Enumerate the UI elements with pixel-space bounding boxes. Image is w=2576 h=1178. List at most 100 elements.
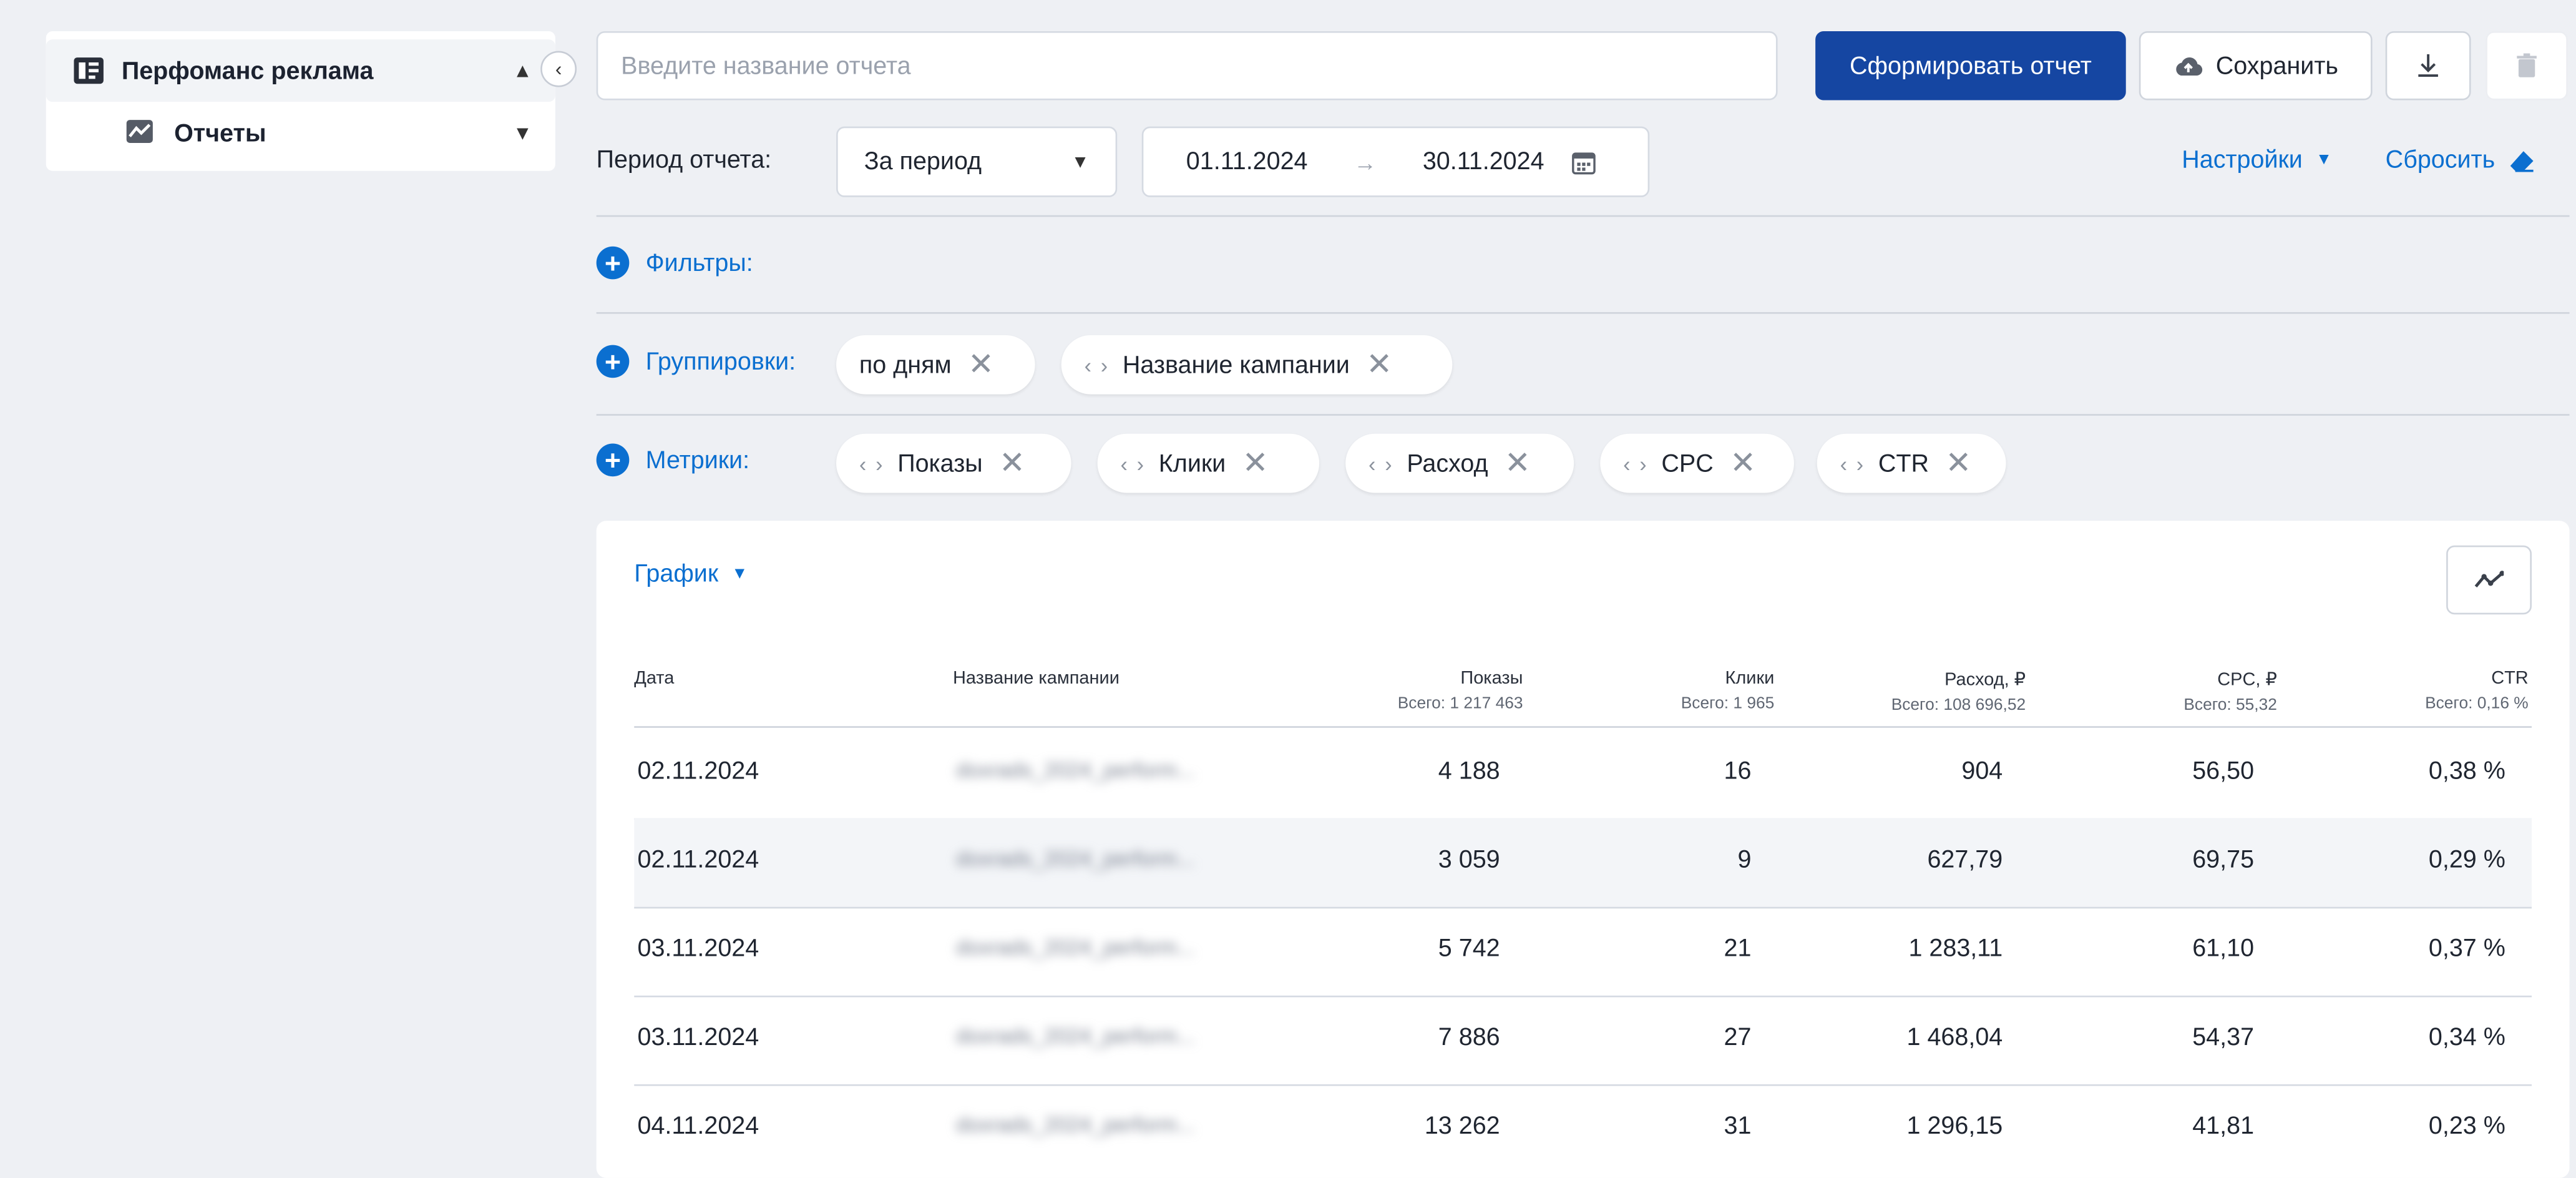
grouping-chip[interactable]: ‹ › Название кампании ✕	[1061, 335, 1453, 395]
cell-spend: 904	[1961, 757, 2003, 785]
column-label: Дата	[634, 669, 675, 689]
sidebar: Перфоманс реклама ▲ Отчеты ▼	[46, 31, 555, 171]
cloud-upload-icon	[2175, 57, 2202, 76]
chevron-down-icon[interactable]: ▼	[513, 122, 532, 145]
cell-cpc: 41,81	[2192, 1112, 2255, 1141]
cell-impressions: 7 886	[1438, 1023, 1500, 1052]
column-header-clicks[interactable]: Клики Всего: 1 965	[1681, 669, 1775, 713]
plus-circle-icon: +	[596, 246, 630, 280]
delete-button[interactable]	[2486, 31, 2568, 101]
groupings-chips: по дням ✕ ‹ › Название кампании ✕	[836, 335, 1493, 395]
cell-campaign: doxrads_2024_perform...	[956, 1112, 1195, 1137]
groupings-label: Группировки:	[645, 347, 796, 376]
calendar-icon	[1571, 152, 1596, 174]
cell-spend: 1 296,15	[1906, 1112, 2003, 1141]
close-icon[interactable]: ✕	[1242, 448, 1269, 479]
drag-handle-icon[interactable]: ‹ ›	[1623, 451, 1648, 475]
drag-handle-icon[interactable]: ‹ ›	[1840, 451, 1865, 475]
metric-chip[interactable]: ‹ › Клики ✕	[1097, 433, 1320, 493]
cell-campaign: doxrads_2024_perform...	[956, 757, 1195, 782]
cell-clicks: 27	[1724, 1023, 1752, 1052]
drag-handle-icon[interactable]: ‹ ›	[859, 451, 884, 475]
close-icon[interactable]: ✕	[1505, 448, 1531, 479]
cell-clicks: 31	[1724, 1112, 1752, 1141]
drag-handle-icon[interactable]: ‹ ›	[1085, 352, 1110, 376]
divider	[596, 312, 2570, 314]
metric-chip[interactable]: ‹ › Показы ✕	[836, 433, 1071, 493]
sidebar-item-reports[interactable]: Отчеты ▼	[46, 105, 555, 160]
cell-campaign: doxrads_2024_perform...	[956, 1023, 1195, 1049]
cell-clicks: 16	[1724, 757, 1752, 785]
report-name-input[interactable]	[596, 31, 1778, 101]
eraser-icon	[2509, 150, 2533, 172]
column-header-cpc[interactable]: CPC, ₽ Всего: 55,32	[2183, 669, 2277, 715]
drag-handle-icon[interactable]: ‹ ›	[1368, 451, 1393, 475]
period-select[interactable]: За период ▼	[836, 126, 1118, 197]
date-range-picker[interactable]: 01.11.2024 → 30.11.2024	[1141, 126, 1650, 197]
cell-spend: 1 468,04	[1906, 1023, 2003, 1052]
column-total: Всего: 1 965	[1681, 695, 1775, 714]
chart-toggle[interactable]: График ▼	[634, 560, 748, 588]
chart-view-button[interactable]	[2446, 545, 2532, 615]
cell-ctr: 0,38 %	[2428, 757, 2505, 785]
metric-chip[interactable]: ‹ › Расход ✕	[1345, 433, 1574, 493]
table-row[interactable]: 03.11.2024 doxrads_2024_perform... 7 886…	[634, 996, 2532, 1086]
cell-clicks: 9	[1737, 846, 1752, 875]
add-grouping-button[interactable]: + Группировки:	[596, 345, 796, 378]
download-button[interactable]	[2385, 31, 2471, 101]
cell-cpc: 61,10	[2192, 935, 2255, 963]
cell-date: 03.11.2024	[637, 935, 759, 963]
save-label: Сохранить	[2215, 51, 2339, 80]
reset-button[interactable]: Сбросить	[2386, 146, 2535, 174]
report-card: График ▼ Дата Название кампании Показы В…	[596, 521, 2570, 1178]
close-icon[interactable]: ✕	[1945, 448, 1971, 479]
cell-ctr: 0,34 %	[2428, 1023, 2505, 1052]
close-icon[interactable]: ✕	[968, 349, 994, 380]
metrics-label: Метрики:	[645, 446, 750, 474]
close-icon[interactable]: ✕	[1730, 448, 1756, 479]
metric-chip[interactable]: ‹ › CPC ✕	[1600, 433, 1794, 493]
settings-dropdown[interactable]: Настройки ▼	[2182, 146, 2332, 174]
chevron-down-icon: ▼	[1071, 152, 1090, 172]
metrics-chips: ‹ › Показы ✕ ‹ › Клики ✕ ‹ › Расход ✕ ‹ …	[836, 433, 2019, 493]
cell-date: 02.11.2024	[637, 846, 759, 875]
column-label: Расход, ₽	[1944, 670, 2026, 690]
add-filter-button[interactable]: + Фильтры:	[596, 246, 753, 280]
cell-spend: 627,79	[1927, 846, 2003, 875]
grouping-chip[interactable]: по дням ✕	[836, 335, 1035, 395]
chip-label: CTR	[1878, 449, 1930, 478]
table-row[interactable]: 02.11.2024 doxrads_2024_perform... 3 059…	[634, 818, 2532, 909]
chevron-down-icon: ▼	[731, 565, 748, 584]
cell-campaign: doxrads_2024_perform...	[956, 935, 1195, 960]
metric-chip[interactable]: ‹ › CTR ✕	[1817, 433, 2006, 493]
table-row[interactable]: 03.11.2024 doxrads_2024_perform... 5 742…	[634, 907, 2532, 998]
save-button[interactable]: Сохранить	[2139, 31, 2373, 101]
column-label: Клики	[1725, 669, 1775, 689]
chart-icon	[125, 118, 158, 147]
period-select-value: За период	[864, 147, 982, 176]
column-header-campaign[interactable]: Название кампании	[953, 669, 1120, 689]
plus-circle-icon: +	[596, 345, 630, 378]
chevron-up-icon[interactable]: ▲	[513, 59, 532, 82]
column-header-ctr[interactable]: CTR Всего: 0,16 %	[2425, 669, 2529, 713]
chip-label: CPC	[1661, 449, 1714, 478]
chip-label: Показы	[897, 449, 983, 478]
column-label: Показы	[1460, 669, 1523, 689]
reset-label: Сбросить	[2385, 146, 2496, 174]
table-row[interactable]: 02.11.2024 doxrads_2024_perform... 4 188…	[634, 729, 2532, 820]
column-header-date[interactable]: Дата	[634, 669, 674, 689]
date-from: 01.11.2024	[1186, 147, 1308, 176]
column-header-spend[interactable]: Расход, ₽ Всего: 108 696,52	[1891, 669, 2026, 715]
sidebar-item-performance-ads[interactable]: Перфоманс реклама ▲	[46, 39, 555, 102]
divider	[596, 215, 2570, 217]
column-header-impressions[interactable]: Показы Всего: 1 217 463	[1398, 669, 1523, 713]
chip-label: по дням	[859, 350, 952, 379]
collapse-sidebar-button[interactable]: ‹	[540, 51, 577, 87]
close-icon[interactable]: ✕	[999, 448, 1025, 479]
close-icon[interactable]: ✕	[1366, 349, 1392, 380]
plus-circle-icon: +	[596, 443, 630, 477]
line-chart-icon	[2474, 571, 2504, 588]
drag-handle-icon[interactable]: ‹ ›	[1121, 451, 1146, 475]
add-metric-button[interactable]: + Метрики:	[596, 443, 750, 477]
generate-report-button[interactable]: Сформировать отчет	[1815, 31, 2126, 101]
